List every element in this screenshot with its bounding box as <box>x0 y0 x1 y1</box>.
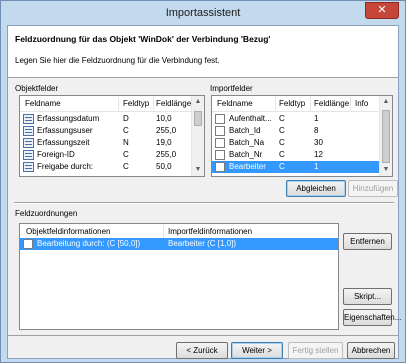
import-field-info: Bearbeiter (C [1,0]) <box>168 239 237 248</box>
field-length: 255,0 <box>156 150 177 159</box>
divider <box>14 202 394 204</box>
scroll-down-icon[interactable]: ▼ <box>380 164 392 176</box>
importfelder-scrollbar[interactable]: ▲ ▼ <box>379 96 392 176</box>
field-type: C <box>279 138 285 147</box>
table-row[interactable]: Erfassungszeit N 19,0 <box>20 137 204 149</box>
window-title: Importassistent <box>165 7 241 19</box>
field-type: C <box>123 162 129 171</box>
abbrechen-button[interactable]: Abbrechen <box>347 342 395 359</box>
objektfelder-list[interactable]: Feldname Feldtyp Feldlänge Erfassungsdat… <box>19 95 205 177</box>
table-row[interactable]: Foreign-ID C 255,0 <box>20 149 204 161</box>
field-icon <box>23 162 34 172</box>
field-length: 19,0 <box>156 138 172 147</box>
column-header-feldlaenge[interactable]: Feldlänge <box>156 99 191 108</box>
objektfelder-scrollbar[interactable]: ▲ ▼ <box>191 96 204 176</box>
mapping-row-selected[interactable]: Bearbeitung durch: (C [50,0]) Bearbeiter… <box>20 238 338 250</box>
wizard-client-area: Feldzuordnung für das Objekt 'WinDok' de… <box>7 25 401 359</box>
page-subtitle: Legen Sie hier die Feldzuordnung für die… <box>15 56 220 65</box>
field-name: Erfassungsdatum <box>37 114 100 123</box>
page-title: Feldzuordnung für das Objekt 'WinDok' de… <box>15 34 271 44</box>
scroll-up-icon[interactable]: ▲ <box>192 96 204 108</box>
table-row[interactable]: Batch_Id C 8 <box>212 125 392 137</box>
column-header-feldname[interactable]: Feldname <box>25 99 61 108</box>
table-row[interactable]: Erfassungsdatum D 10,0 <box>20 113 204 125</box>
table-row[interactable]: Batch_Na C 30 <box>212 137 392 149</box>
hinzufuegen-button[interactable]: Hinzufügen <box>348 180 398 197</box>
field-type: C <box>279 126 285 135</box>
row-checkbox[interactable] <box>215 162 225 172</box>
scroll-down-icon[interactable]: ▼ <box>192 164 204 176</box>
field-icon <box>23 126 34 136</box>
feldzuordnungen-label: Feldzuordnungen <box>15 209 78 218</box>
field-icon <box>23 138 34 148</box>
table-row[interactable]: Aufenthalt... C 1 <box>212 113 392 125</box>
field-length: 50,0 <box>156 162 172 171</box>
column-header-feldtyp[interactable]: Feldtyp <box>123 99 149 108</box>
field-type: N <box>123 138 129 147</box>
import-wizard-window: Importassistent ✕ Feldzuordnung für das … <box>0 0 406 363</box>
field-type: C <box>123 150 129 159</box>
objekt-field-info: Bearbeitung durch: (C [50,0]) <box>37 239 141 248</box>
column-header-feldtyp[interactable]: Feldtyp <box>279 99 305 108</box>
field-type: C <box>279 150 285 159</box>
field-name: Freigabe durch: <box>37 162 94 171</box>
row-checkbox[interactable] <box>215 138 225 148</box>
field-name: Aufenthalt... <box>229 114 272 123</box>
objektfelder-label: Objektfelder <box>15 84 59 93</box>
scroll-up-icon[interactable]: ▲ <box>380 96 392 108</box>
scroll-thumb[interactable] <box>194 111 202 126</box>
field-length: 12 <box>314 150 323 159</box>
field-length: 255,0 <box>156 126 177 135</box>
field-name: Batch_Nr <box>229 150 263 159</box>
footer-divider <box>8 335 398 336</box>
field-icon <box>23 114 34 124</box>
field-length: 1 <box>314 114 319 123</box>
field-name: Erfassungszeit <box>37 138 90 147</box>
field-length: 1 <box>314 162 319 171</box>
row-checkbox[interactable] <box>215 114 225 124</box>
column-header-feldlaenge[interactable]: Feldlänge <box>314 99 349 108</box>
field-type: C <box>279 114 285 123</box>
row-checkbox[interactable] <box>215 150 225 160</box>
close-icon[interactable]: ✕ <box>365 2 399 19</box>
column-header-feldname[interactable]: Feldname <box>217 99 253 108</box>
field-name: Batch_Na <box>229 138 265 147</box>
wizard-header: Feldzuordnung für das Objekt 'WinDok' de… <box>8 26 398 78</box>
row-checkbox[interactable] <box>23 239 33 249</box>
scroll-thumb[interactable] <box>382 110 390 163</box>
entfernen-button[interactable]: Entfernen <box>343 233 392 250</box>
zurueck-button[interactable]: < Zurück <box>176 342 228 359</box>
eigenschaften-button[interactable]: Eigenschaften... <box>343 309 401 326</box>
field-icon <box>23 150 34 160</box>
table-row[interactable]: Erfassungsuser C 255,0 <box>20 125 204 137</box>
abgleichen-button[interactable]: Abgleichen <box>286 180 346 197</box>
field-length: 8 <box>314 126 319 135</box>
field-type: C <box>279 162 285 171</box>
table-row[interactable]: Freigabe durch: C 50,0 <box>20 161 204 173</box>
importfelder-header: Feldname Feldtyp Feldlänge Info <box>212 96 392 112</box>
field-length: 10,0 <box>156 114 172 123</box>
field-type: C <box>123 126 129 135</box>
importfelder-list[interactable]: Feldname Feldtyp Feldlänge Info Aufentha… <box>211 95 393 177</box>
feldzuordnungen-list[interactable]: Objektfeldinformationen Importfeldinform… <box>19 223 339 330</box>
weiter-button[interactable]: Weiter > <box>231 342 283 359</box>
row-checkbox[interactable] <box>215 126 225 136</box>
field-name: Bearbeiter <box>229 162 266 171</box>
fertig-stellen-button[interactable]: Fertig stellen <box>288 342 343 359</box>
field-type: D <box>123 114 129 123</box>
field-name: Foreign-ID <box>37 150 75 159</box>
field-length: 30 <box>314 138 323 147</box>
skript-button[interactable]: Skript... <box>343 288 392 305</box>
table-row[interactable]: Batch_Nr C 12 <box>212 149 392 161</box>
importfelder-label: Importfelder <box>210 84 253 93</box>
column-header-importfeldinfo[interactable]: Importfeldinformationen <box>168 227 252 236</box>
objektfelder-header: Feldname Feldtyp Feldlänge <box>20 96 204 112</box>
field-name: Batch_Id <box>229 126 261 135</box>
column-header-objektfeldinfo[interactable]: Objektfeldinformationen <box>26 227 111 236</box>
table-row-selected[interactable]: Bearbeiter C 1 <box>212 161 380 173</box>
field-name: Erfassungsuser <box>37 126 93 135</box>
column-header-info[interactable]: Info <box>355 99 368 108</box>
